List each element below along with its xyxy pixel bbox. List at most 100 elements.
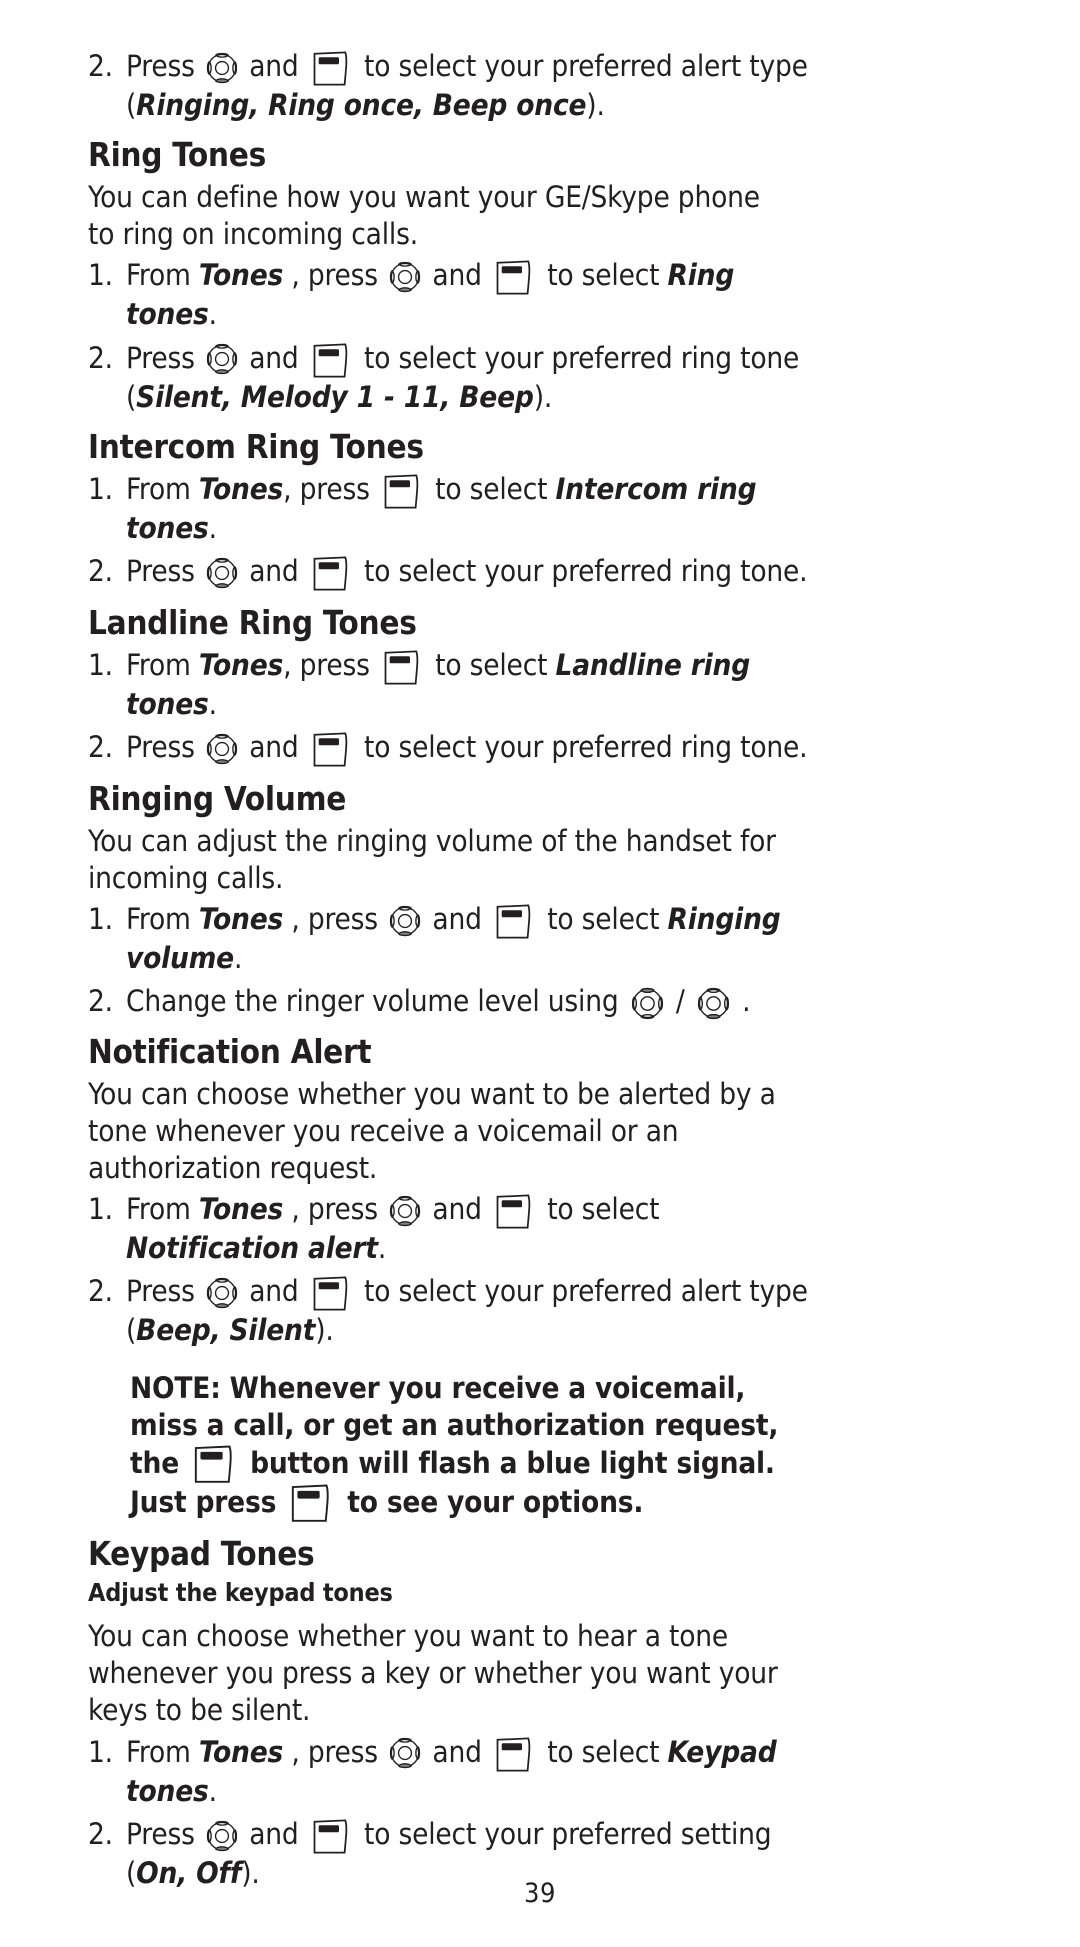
step-number: 1. bbox=[88, 1734, 113, 1769]
step-text-3: . bbox=[733, 984, 751, 1019]
step-number: 1. bbox=[88, 471, 113, 506]
step-text-1: From bbox=[126, 1192, 199, 1227]
step-text-3: and bbox=[424, 902, 490, 937]
softkey-button-icon bbox=[382, 650, 424, 686]
nav-pad-icon bbox=[388, 904, 422, 938]
subsection-heading-adjust-keypad-tones: Adjust the keypad tones bbox=[88, 1578, 393, 1608]
softkey-button-icon bbox=[382, 474, 424, 510]
softkey-button-icon bbox=[311, 51, 353, 87]
nav-pad-down-icon bbox=[696, 986, 731, 1021]
nav-pad-icon bbox=[205, 556, 239, 590]
menu-name-tones: Tones bbox=[198, 471, 284, 506]
nav-pad-icon bbox=[205, 732, 239, 766]
menu-name-tones: Tones bbox=[198, 902, 284, 937]
step-text-3: to select bbox=[426, 471, 556, 506]
step-number: 1. bbox=[88, 647, 113, 682]
step-text-4: ). bbox=[315, 1313, 334, 1348]
ringing-volume-step-1: 1. From Tones , press and to select Ringi… bbox=[88, 901, 808, 977]
step-text-3: to select your preferred ring tone. bbox=[355, 553, 808, 588]
step-text-3: and bbox=[424, 1734, 490, 1769]
softkey-button-icon bbox=[311, 1819, 353, 1855]
menu-name-tones: Tones bbox=[198, 1192, 284, 1227]
keypad-tones-step-1: 1. From Tones , press and to select Keypa… bbox=[88, 1734, 808, 1810]
step-text-5: . bbox=[377, 1231, 387, 1266]
step-emphasis-1: Ringing, Ring once, Beep once bbox=[136, 88, 587, 123]
step-text-2: , press bbox=[283, 258, 387, 293]
softkey-button-icon bbox=[494, 1194, 536, 1230]
step-text-4: ). bbox=[586, 88, 605, 123]
step-number: 2. bbox=[88, 553, 113, 588]
landline-ring-tones-step-1: 1. From Tones, press to select Landline r… bbox=[88, 647, 808, 723]
keypad-tones-intro: You can choose whether you want to hear … bbox=[88, 1619, 778, 1728]
nav-pad-icon bbox=[388, 1736, 422, 1770]
menu-name-tones: Tones bbox=[198, 258, 284, 293]
step-number: 1. bbox=[88, 1192, 113, 1227]
step-text-2: and bbox=[240, 1816, 307, 1851]
step-text-1: From bbox=[126, 1734, 199, 1769]
nav-pad-icon bbox=[205, 342, 239, 376]
step-text-4: . bbox=[208, 686, 217, 721]
step-text-1: Press bbox=[126, 553, 203, 588]
step-number: 2. bbox=[88, 49, 113, 83]
step-text-3: and bbox=[424, 1192, 490, 1227]
step-text-4: to select bbox=[538, 1192, 660, 1227]
step-text-2: , press bbox=[283, 902, 387, 937]
ring-tones-step-1: 1. From Tones , press and to select Ring … bbox=[88, 257, 808, 333]
intercom-ring-tones-step-2: 2. Press and to select your preferred rin… bbox=[88, 553, 808, 592]
step-text-4: to select bbox=[538, 258, 668, 293]
nav-pad-icon bbox=[205, 1276, 239, 1310]
section-heading-ringing-volume: Ringing Volume bbox=[88, 779, 347, 819]
step-emphasis-options: Silent, Melody 1 - 11, Beep bbox=[136, 379, 534, 414]
softkey-button-icon bbox=[311, 1276, 353, 1312]
step-text-2: , press bbox=[283, 1192, 387, 1227]
softkey-button-icon bbox=[289, 1484, 335, 1523]
step-number: 2. bbox=[88, 730, 113, 764]
softkey-button-icon bbox=[494, 1737, 536, 1773]
step-number: 2. bbox=[88, 1274, 113, 1309]
step-text-2: / bbox=[667, 984, 693, 1019]
ringing-volume-step-2: 2. Change the ringer volume level using /… bbox=[88, 983, 808, 1020]
step-text-3: and bbox=[424, 258, 490, 293]
notification-alert-step-1: 1. From Tones , press and to select Notif… bbox=[88, 1191, 808, 1267]
step-text-2: and bbox=[240, 730, 307, 764]
step-text-1: From bbox=[126, 902, 199, 937]
step-text-4: ). bbox=[533, 379, 553, 414]
menu-name-tones: Tones bbox=[198, 1734, 284, 1769]
step-text-1: From bbox=[126, 258, 199, 293]
step-text-2: , press bbox=[283, 647, 378, 682]
step-number: 2. bbox=[88, 340, 113, 375]
step-text-2: and bbox=[240, 49, 307, 83]
step-number: 2. bbox=[88, 984, 113, 1019]
softkey-button-icon bbox=[494, 904, 536, 940]
step-text-1: Press bbox=[126, 1816, 203, 1851]
nav-pad-icon bbox=[205, 51, 239, 85]
step-number: 1. bbox=[88, 902, 113, 937]
step-text-1: Press bbox=[126, 340, 203, 375]
step-text-1: From bbox=[126, 647, 199, 682]
nav-pad-icon bbox=[205, 1819, 239, 1853]
section-heading-notification-alert: Notification Alert bbox=[88, 1031, 372, 1071]
menu-item-notification-alert: Notification alert bbox=[126, 1231, 378, 1266]
step-emphasis-options: Beep, Silent bbox=[136, 1313, 316, 1348]
step-text-1: Press bbox=[126, 730, 203, 764]
step-text-2: and bbox=[240, 553, 307, 588]
landline-ring-tones-step-2: 2. Press and to select your preferred rin… bbox=[88, 729, 808, 768]
step-text-2: , press bbox=[283, 471, 378, 506]
step-text-1: Press bbox=[126, 1274, 203, 1309]
menu-name-tones: Tones bbox=[198, 647, 284, 682]
intercom-ring-tones-step-1: 1. From Tones, press to select Intercom r… bbox=[88, 471, 808, 547]
step-number: 2. bbox=[88, 1816, 113, 1851]
note-block: NOTE: Whenever you receive a voicemail, … bbox=[88, 1370, 808, 1523]
notification-alert-intro: You can choose whether you want to be al… bbox=[88, 1076, 776, 1186]
notification-alert-step-2: 2. Press and to select your preferred ale… bbox=[88, 1273, 808, 1349]
step-text-5: . bbox=[208, 297, 217, 332]
page-number: 39 bbox=[524, 1878, 556, 1909]
step-number: 1. bbox=[88, 258, 113, 293]
softkey-button-icon bbox=[494, 260, 536, 296]
section-heading-intercom-ring-tones: Intercom Ring Tones bbox=[88, 426, 424, 466]
step-text-4: to select bbox=[538, 902, 668, 937]
step-text-2: and bbox=[240, 340, 307, 375]
ringing-volume-intro: You can adjust the ringing volume of the… bbox=[88, 823, 776, 896]
step-text-1: Press bbox=[126, 49, 203, 83]
step-alert-type: 2. Press and to select your preferred ale… bbox=[88, 48, 808, 124]
